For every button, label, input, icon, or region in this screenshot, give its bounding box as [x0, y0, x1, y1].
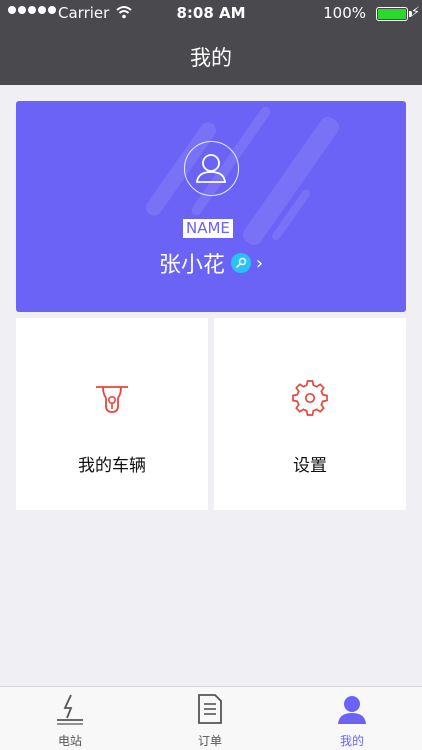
gear-icon	[292, 380, 328, 416]
user-icon	[338, 696, 366, 724]
charging-station-icon	[57, 694, 83, 725]
tab-mine[interactable]: 我的	[302, 687, 402, 750]
tab-mine-label: 我的	[339, 734, 364, 748]
tab-bar: 电站 订单 我的	[0, 686, 422, 750]
page-title: 我的	[190, 46, 232, 70]
verified-badge-icon	[230, 253, 251, 273]
chevron-right-icon: ›	[255, 252, 264, 274]
settings-label: 设置	[293, 456, 327, 476]
my-vehicles-label: 我的车辆	[78, 456, 146, 476]
username: 张小花	[158, 253, 225, 278]
status-bar: Carrier 8:08 AM 100% ⚡	[0, 0, 422, 28]
battery-percentage: 100%	[323, 4, 366, 22]
tab-orders-label: 订单	[197, 734, 222, 748]
user-outline-icon	[196, 154, 226, 183]
avatar[interactable]	[184, 141, 239, 196]
order-document-icon	[198, 694, 222, 724]
tab-station[interactable]: 电站	[20, 687, 120, 750]
username-row[interactable]: 张小花 ›	[16, 247, 406, 279]
my-vehicles-tile[interactable]: 我的车辆	[16, 318, 208, 510]
scooter-icon	[96, 386, 128, 413]
charging-bolt-icon: ⚡	[410, 5, 420, 20]
tab-station-label: 电站	[57, 734, 82, 748]
settings-tile[interactable]: 设置	[214, 318, 406, 510]
profile-card[interactable]: NAME 张小花 ›	[16, 101, 406, 312]
tab-orders[interactable]: 订单	[160, 687, 260, 750]
name-tag: NAME	[183, 219, 233, 238]
battery-icon	[376, 7, 408, 21]
header: Carrier 8:08 AM 100% ⚡ 我的	[0, 0, 422, 85]
